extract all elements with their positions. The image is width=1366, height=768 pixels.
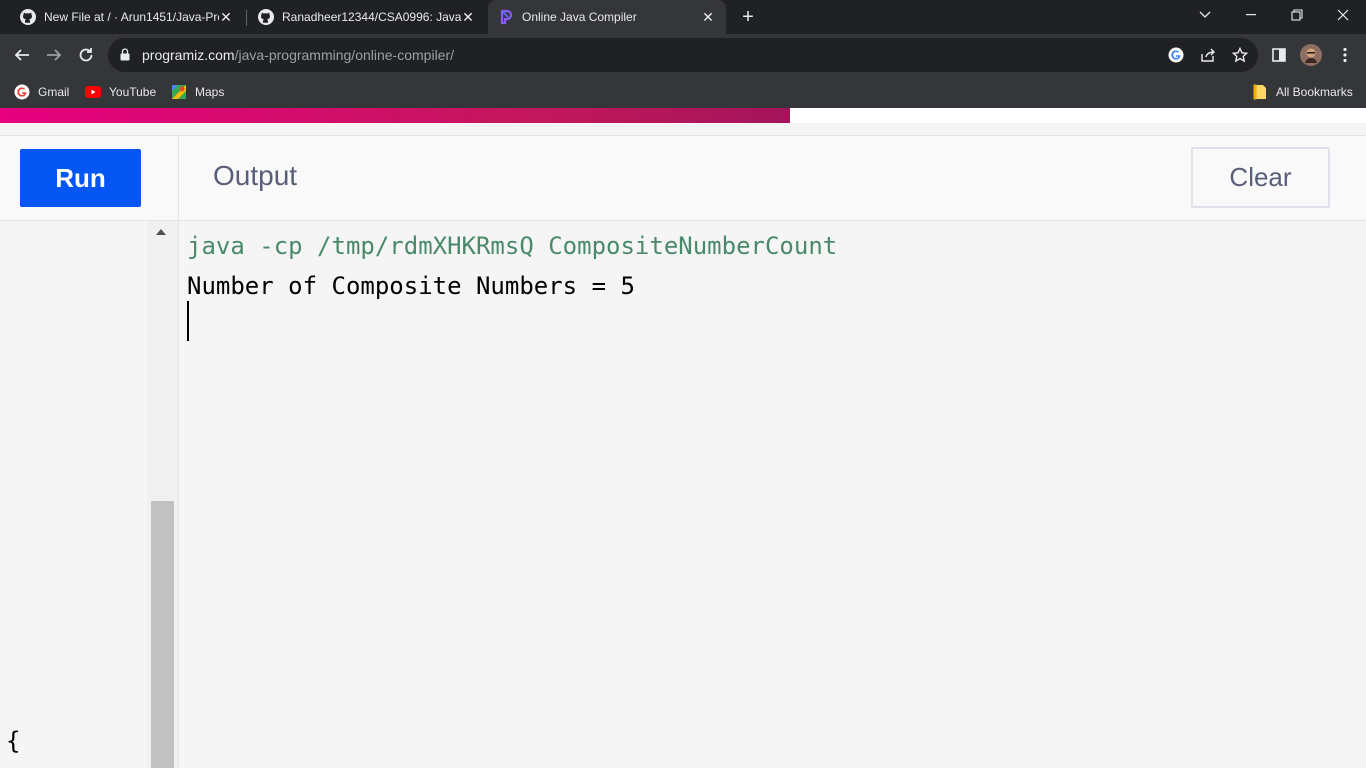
github-icon	[20, 9, 36, 25]
bookmark-label: YouTube	[109, 85, 157, 99]
tab-title: Ranadheer12344/CSA0996: Java	[282, 10, 462, 24]
reload-icon[interactable]	[74, 43, 98, 67]
bookmark-star-icon[interactable]	[1231, 46, 1249, 64]
tab-online-java-compiler[interactable]: Online Java Compiler ✕	[488, 0, 726, 34]
new-tab-button[interactable]: +	[738, 7, 758, 27]
youtube-icon	[85, 84, 101, 100]
tab-search-icon[interactable]	[1182, 0, 1228, 30]
bookmark-label: Maps	[195, 85, 225, 99]
close-window-icon[interactable]	[1320, 0, 1366, 30]
close-icon[interactable]: ✕	[218, 9, 234, 25]
menu-icon[interactable]	[1334, 44, 1356, 66]
url-path: /java-programming/online-compiler/	[234, 47, 455, 63]
programiz-icon	[498, 9, 514, 25]
loading-progress	[0, 108, 1366, 123]
editor-scrollbar-thumb[interactable]	[151, 501, 174, 768]
bookmarks-bar: Gmail YouTube Maps All Bookmarks	[0, 76, 1366, 108]
back-icon[interactable]	[10, 43, 34, 67]
tab-separator	[246, 10, 247, 26]
maps-icon	[171, 84, 187, 100]
bookmark-gmail[interactable]: Gmail	[14, 82, 69, 102]
lock-icon[interactable]	[120, 48, 130, 66]
output-console[interactable]: java -cp /tmp/rdmXHKRmsQ CompositeNumber…	[187, 226, 837, 306]
bookmark-maps[interactable]: Maps	[171, 82, 224, 102]
tab-github-new-file[interactable]: New File at / · Arun1451/Java-Pro ✕	[12, 0, 244, 34]
close-icon[interactable]: ✕	[460, 9, 476, 25]
address-bar[interactable]: programiz.com/java-programming/online-co…	[108, 38, 1258, 72]
scroll-up-arrow-icon[interactable]	[156, 229, 166, 235]
console-result: Number of Composite Numbers = 5	[187, 272, 635, 300]
forward-icon[interactable]	[42, 43, 66, 67]
restore-icon[interactable]	[1274, 0, 1320, 30]
minimize-icon[interactable]	[1228, 0, 1274, 30]
code-editor[interactable]: {	[0, 221, 178, 768]
page-content: Run Output Clear { java -cp /tmp/rdmXHKR…	[0, 108, 1366, 768]
url-domain: programiz.com	[142, 47, 235, 63]
run-button[interactable]: Run	[20, 149, 141, 207]
tab-title: New File at / · Arun1451/Java-Pro	[44, 10, 219, 24]
header-divider	[178, 136, 179, 222]
browser-toolbar: programiz.com/java-programming/online-co…	[0, 34, 1366, 76]
close-icon[interactable]: ✕	[700, 9, 716, 25]
folder-icon	[1252, 84, 1268, 100]
text-cursor	[187, 301, 189, 341]
compiler-header: Run Output Clear	[0, 135, 1366, 222]
tab-strip: New File at / · Arun1451/Java-Pro ✕ Rana…	[0, 0, 1366, 34]
side-panel-icon[interactable]	[1268, 44, 1290, 66]
bookmark-youtube[interactable]: YouTube	[85, 82, 156, 102]
all-bookmarks-label: All Bookmarks	[1276, 85, 1353, 99]
google-lens-icon[interactable]	[1167, 46, 1185, 64]
tab-title: Online Java Compiler	[522, 10, 637, 24]
google-icon	[14, 84, 30, 100]
tab-github-csa0996[interactable]: Ranadheer12344/CSA0996: Java ✕	[250, 0, 486, 34]
share-icon[interactable]	[1199, 46, 1217, 64]
avatar[interactable]	[1300, 44, 1322, 66]
github-icon	[258, 9, 274, 25]
clear-button[interactable]: Clear	[1191, 147, 1330, 208]
url-text: programiz.com/java-programming/online-co…	[142, 47, 454, 63]
editor-code-line: {	[6, 727, 21, 755]
loading-progress-fill	[0, 108, 790, 123]
console-command: java -cp /tmp/rdmXHKRmsQ CompositeNumber…	[187, 232, 838, 260]
output-divider	[178, 221, 179, 768]
output-title: Output	[213, 160, 298, 191]
all-bookmarks[interactable]: All Bookmarks	[1252, 82, 1353, 102]
bookmark-label: Gmail	[38, 85, 70, 99]
